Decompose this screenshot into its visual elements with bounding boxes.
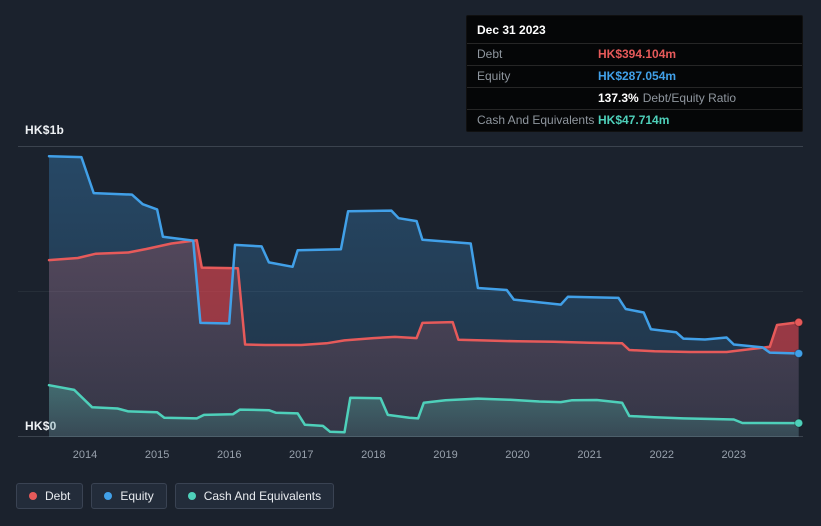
x-axis-label: 2015: [144, 449, 170, 461]
y-axis-label-1b: HK$1b: [25, 123, 65, 137]
x-axis-label: 2023: [721, 449, 747, 461]
ratio-label: Debt/Equity Ratio: [642, 91, 737, 105]
x-axis-label: 2018: [361, 449, 386, 461]
debt-end-dot[interactable]: [794, 317, 804, 327]
x-axis-label: 2014: [72, 449, 98, 461]
legend-label-debt: Debt: [45, 489, 71, 503]
legend-item-debt[interactable]: Debt: [16, 483, 84, 509]
tooltip-ratio-value: 137.3% Debt/Equity Ratio: [598, 91, 792, 105]
x-axis-label: 2019: [433, 449, 458, 461]
tooltip-cash-label: Cash And Equivalents: [477, 113, 595, 127]
chart-legend: Debt Equity Cash And Equivalents: [16, 483, 335, 509]
tooltip-date: Dec 31 2023: [477, 23, 546, 37]
legend-item-cash[interactable]: Cash And Equivalents: [174, 483, 335, 509]
x-axis-label: 2016: [216, 449, 242, 461]
debt-equity-chart-svg[interactable]: [18, 146, 804, 437]
legend-label-equity: Equity: [120, 489, 154, 503]
x-axis-label: 2017: [289, 449, 314, 461]
legend-label-cash: Cash And Equivalents: [203, 489, 322, 503]
chart-tooltip: Dec 31 2023 Debt HK$394.104m Equity HK$2…: [466, 15, 803, 132]
legend-item-equity[interactable]: Equity: [91, 483, 167, 509]
tooltip-equity-label: Equity: [477, 69, 511, 83]
legend-dot-debt: [29, 492, 37, 500]
tooltip-row-debt: Debt HK$394.104m: [467, 43, 802, 65]
legend-dot-cash: [187, 492, 196, 500]
tooltip-row-equity: Equity HK$287.054m: [467, 65, 802, 87]
tooltip-debt-label: Debt: [477, 47, 503, 61]
tooltip-row-cash: Cash And Equivalents HK$47.714m: [467, 109, 802, 131]
debt-equity-history-panel: HK$1b HK$0 2014 2015 2016 2017 2018 2019 2020 2…: [0, 0, 821, 526]
tooltip-cash-value: HK$47.714m: [598, 113, 670, 127]
tooltip-equity-value: HK$287.054m: [598, 69, 677, 83]
ratio-number: 137.3%: [598, 91, 639, 105]
legend-dot-equity: [104, 492, 113, 500]
tooltip-debt-value: HK$394.104m: [598, 47, 677, 61]
tooltip-row-ratio: 137.3% Debt/Equity Ratio: [467, 87, 802, 109]
equity-end-dot[interactable]: [794, 349, 804, 358]
x-axis-label: 2020: [505, 449, 530, 461]
cash-end-dot[interactable]: [794, 418, 804, 428]
x-axis: 2014 2015 2016 2017 2018 2019 2020 2021 2022 2023: [0, 449, 821, 465]
x-axis-label: 2021: [577, 449, 602, 461]
x-axis-label: 2022: [649, 449, 674, 461]
